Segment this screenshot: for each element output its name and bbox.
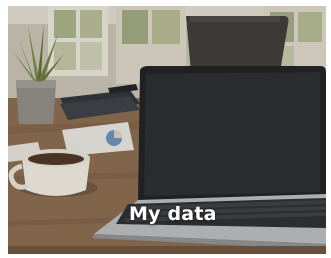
my-data-tile[interactable]: My data [8, 6, 326, 254]
tile-caption: My data [129, 203, 217, 225]
